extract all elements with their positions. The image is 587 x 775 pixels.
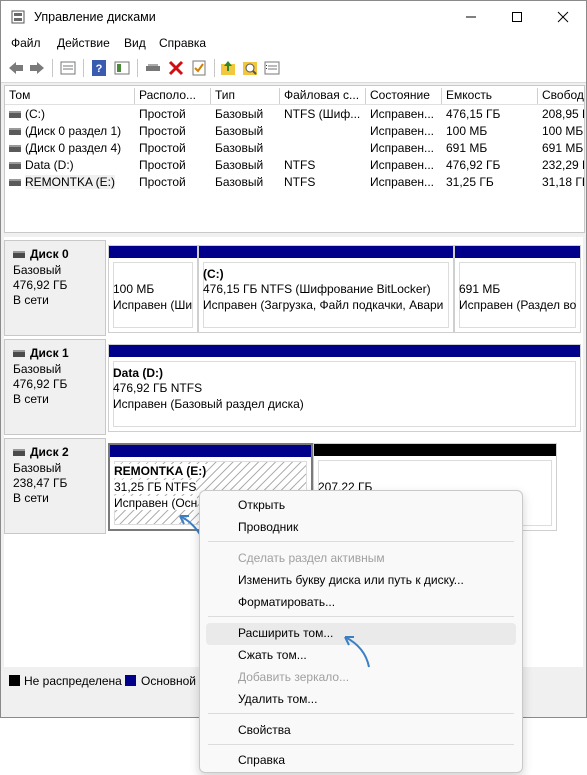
- menu-item-shrink-volume[interactable]: Сжать том...: [238, 648, 307, 662]
- menu-item-extend-volume[interactable]: Расширить том...: [238, 626, 333, 640]
- menu-item-delete-volume[interactable]: Удалить том...: [238, 692, 317, 706]
- menu-item-format[interactable]: Форматировать...: [238, 595, 335, 609]
- arrow-icon: [344, 636, 370, 668]
- menu-item-explorer[interactable]: Проводник: [238, 520, 298, 534]
- menu-separator: [208, 744, 514, 745]
- menu-separator: [208, 713, 514, 714]
- menu-item-properties[interactable]: Свойства: [238, 723, 291, 737]
- menu-item-change-letter[interactable]: Изменить букву диска или путь к диску...: [238, 573, 464, 587]
- menu-item-open[interactable]: Открыть: [238, 498, 285, 512]
- menu-separator: [208, 541, 514, 542]
- menu-separator: [208, 616, 514, 617]
- menu-item-mark-active: Сделать раздел активным: [238, 551, 385, 565]
- menu-item-add-mirror: Добавить зеркало...: [238, 670, 350, 684]
- context-menu: Открыть Проводник Сделать раздел активны…: [199, 490, 523, 773]
- menu-item-help[interactable]: Справка: [238, 753, 285, 767]
